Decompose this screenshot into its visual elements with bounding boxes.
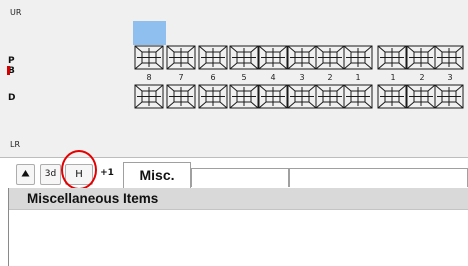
tooth-number: 2 xyxy=(419,73,425,82)
tooth-number: 3 xyxy=(447,73,453,82)
3d-button[interactable]: 3d xyxy=(40,164,61,185)
tooth-number: 6 xyxy=(210,73,216,82)
tooth-icon[interactable] xyxy=(134,84,164,109)
tooth-icon[interactable] xyxy=(287,45,317,70)
h-button[interactable]: H xyxy=(65,164,93,185)
tooth-icon[interactable] xyxy=(377,45,407,70)
misc-items-panel: Miscellaneous Items xyxy=(8,188,468,266)
tooth-icon[interactable] xyxy=(198,45,228,70)
side-letter-p: P xyxy=(8,56,15,66)
selected-tooth-highlight xyxy=(133,21,166,45)
tooth-number: 1 xyxy=(355,73,361,82)
toolbar: 3d H +1 Misc. xyxy=(0,157,468,188)
tooth-number: 1 xyxy=(390,73,396,82)
tooth-number: 3 xyxy=(299,73,305,82)
side-letter-d: D xyxy=(8,93,16,103)
tooth-icon[interactable] xyxy=(134,45,164,70)
tooth-icon[interactable] xyxy=(343,45,373,70)
tooth-icon[interactable] xyxy=(434,84,464,109)
lower-right-label: LR xyxy=(10,140,21,149)
tooth-icon[interactable] xyxy=(315,84,345,109)
up-arrow-icon xyxy=(21,169,30,179)
red-marker xyxy=(7,66,10,75)
tooth-number: 4 xyxy=(270,73,276,82)
panel-title: Miscellaneous Items xyxy=(9,188,468,210)
tooth-icon[interactable] xyxy=(343,84,373,109)
tab-misc[interactable]: Misc. xyxy=(123,162,191,188)
tooth-number: 8 xyxy=(146,73,152,82)
tooth-number: 2 xyxy=(327,73,333,82)
tooth-icon[interactable] xyxy=(315,45,345,70)
tooth-icon[interactable] xyxy=(434,45,464,70)
tooth-icon[interactable] xyxy=(258,84,288,109)
tooth-icon[interactable] xyxy=(229,84,259,109)
tooth-icon[interactable] xyxy=(258,45,288,70)
tooth-icon[interactable] xyxy=(166,84,196,109)
tooth-icon[interactable] xyxy=(229,45,259,70)
tab-empty-2[interactable] xyxy=(289,168,468,187)
tooth-number: 7 xyxy=(178,73,184,82)
tab-empty-1[interactable] xyxy=(191,168,289,187)
plus-one-button[interactable]: +1 xyxy=(96,164,118,185)
tooth-icon[interactable] xyxy=(406,84,436,109)
tooth-chart: UR LR P B D 8 7 6 5 4 3 2 1 1 2 3 xyxy=(0,0,468,157)
tooth-number: 5 xyxy=(241,73,247,82)
upper-right-label: UR xyxy=(10,8,22,17)
tooth-icon[interactable] xyxy=(287,84,317,109)
tooth-icon[interactable] xyxy=(406,45,436,70)
tooth-icon[interactable] xyxy=(377,84,407,109)
up-arrow-button[interactable] xyxy=(16,164,35,185)
tooth-icon[interactable] xyxy=(166,45,196,70)
tooth-icon[interactable] xyxy=(198,84,228,109)
